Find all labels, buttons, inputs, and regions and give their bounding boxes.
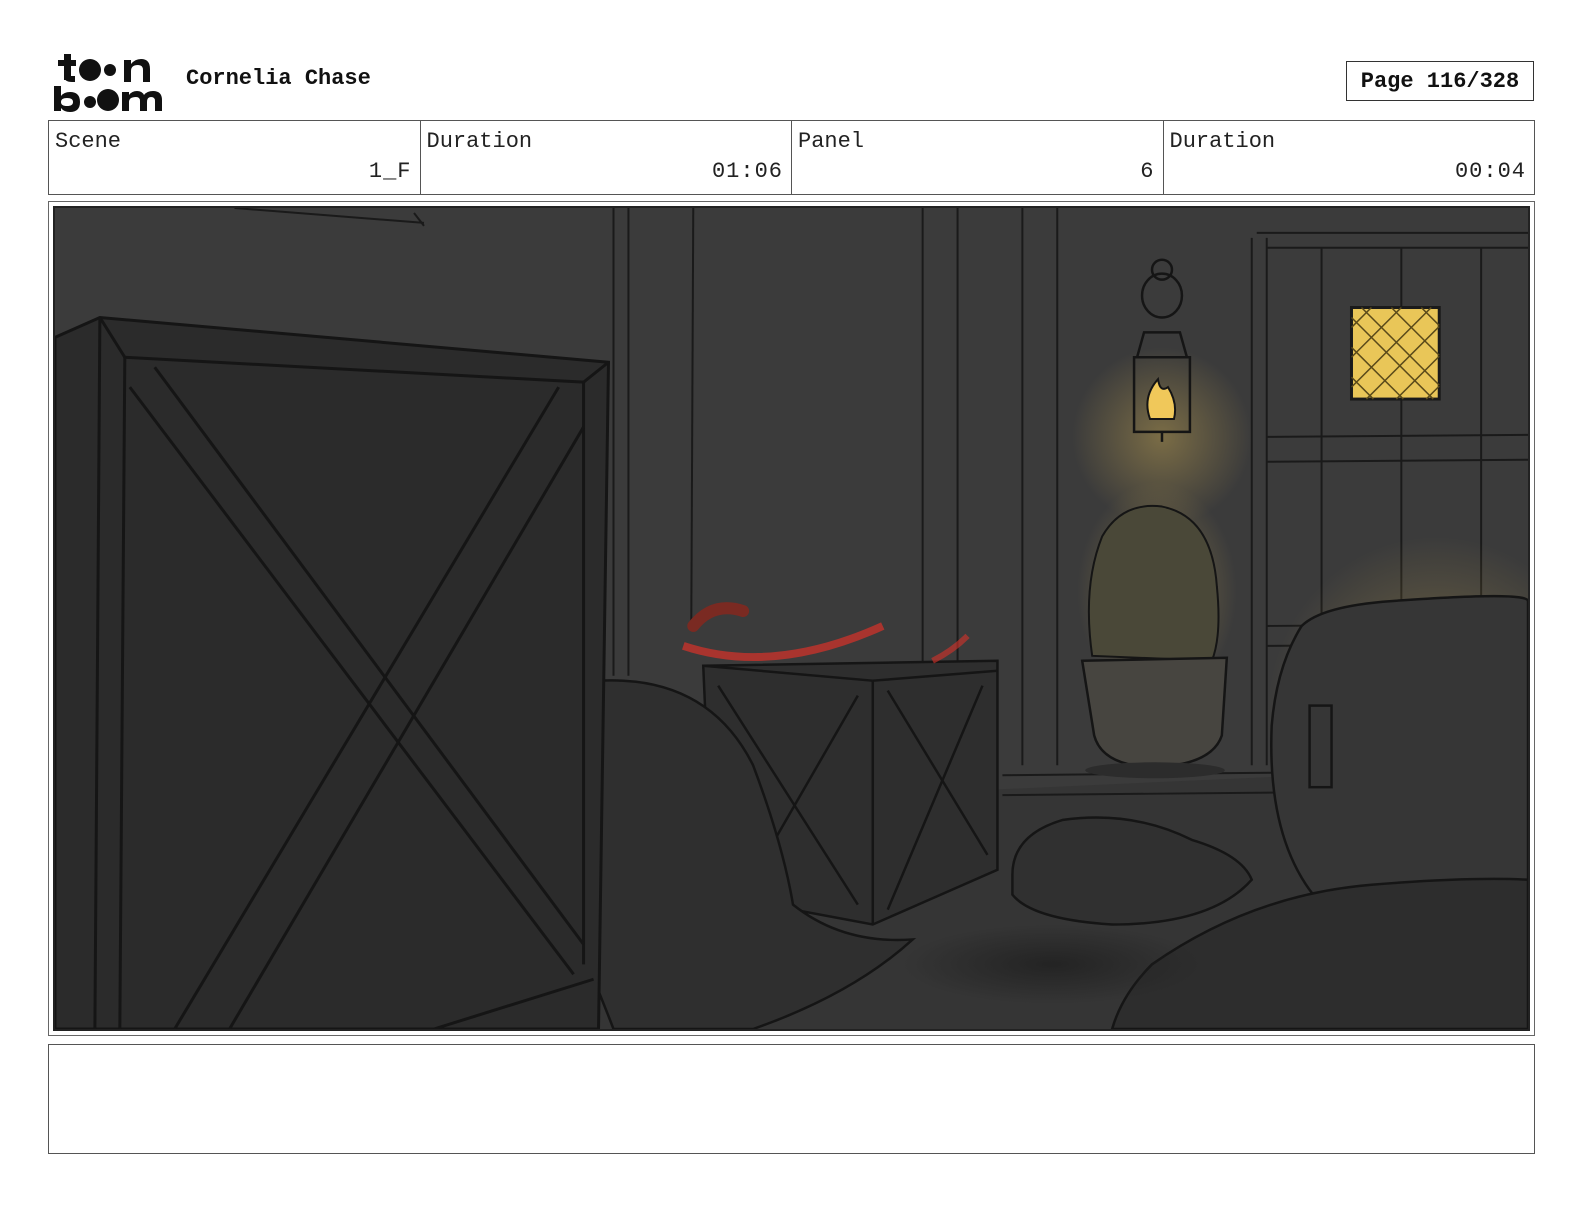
toon-boom-logo <box>50 50 166 112</box>
scene-duration-cell: Duration 01:06 <box>421 121 792 194</box>
scene-duration-label: Duration <box>426 129 533 154</box>
panel-duration-value: 00:04 <box>1454 159 1526 184</box>
panel-duration-cell: Duration 00:04 <box>1164 121 1535 194</box>
page-label: Page 116/328 <box>1360 68 1520 94</box>
panel-duration-label: Duration <box>1169 129 1276 154</box>
scene-duration-value: 01:06 <box>711 159 783 184</box>
panel-label: Panel <box>798 129 865 154</box>
panel-info-row: Scene 1_F Duration 01:06 Panel 6 Duratio… <box>48 120 1535 195</box>
storyboard-panel-frame <box>48 201 1535 1036</box>
scene-label: Scene <box>55 129 122 154</box>
storyboard-panel-image <box>53 206 1530 1031</box>
panel-cell: Panel 6 <box>792 121 1164 194</box>
panel-notes-box <box>48 1044 1535 1154</box>
project-title: Cornelia Chase <box>186 66 371 91</box>
panel-value: 6 <box>1140 159 1155 184</box>
storyboard-sketch <box>55 208 1528 1029</box>
scene-value: 1_F <box>368 159 412 184</box>
page-indicator: Page 116/328 <box>1346 61 1534 101</box>
scene-cell: Scene 1_F <box>49 121 421 194</box>
